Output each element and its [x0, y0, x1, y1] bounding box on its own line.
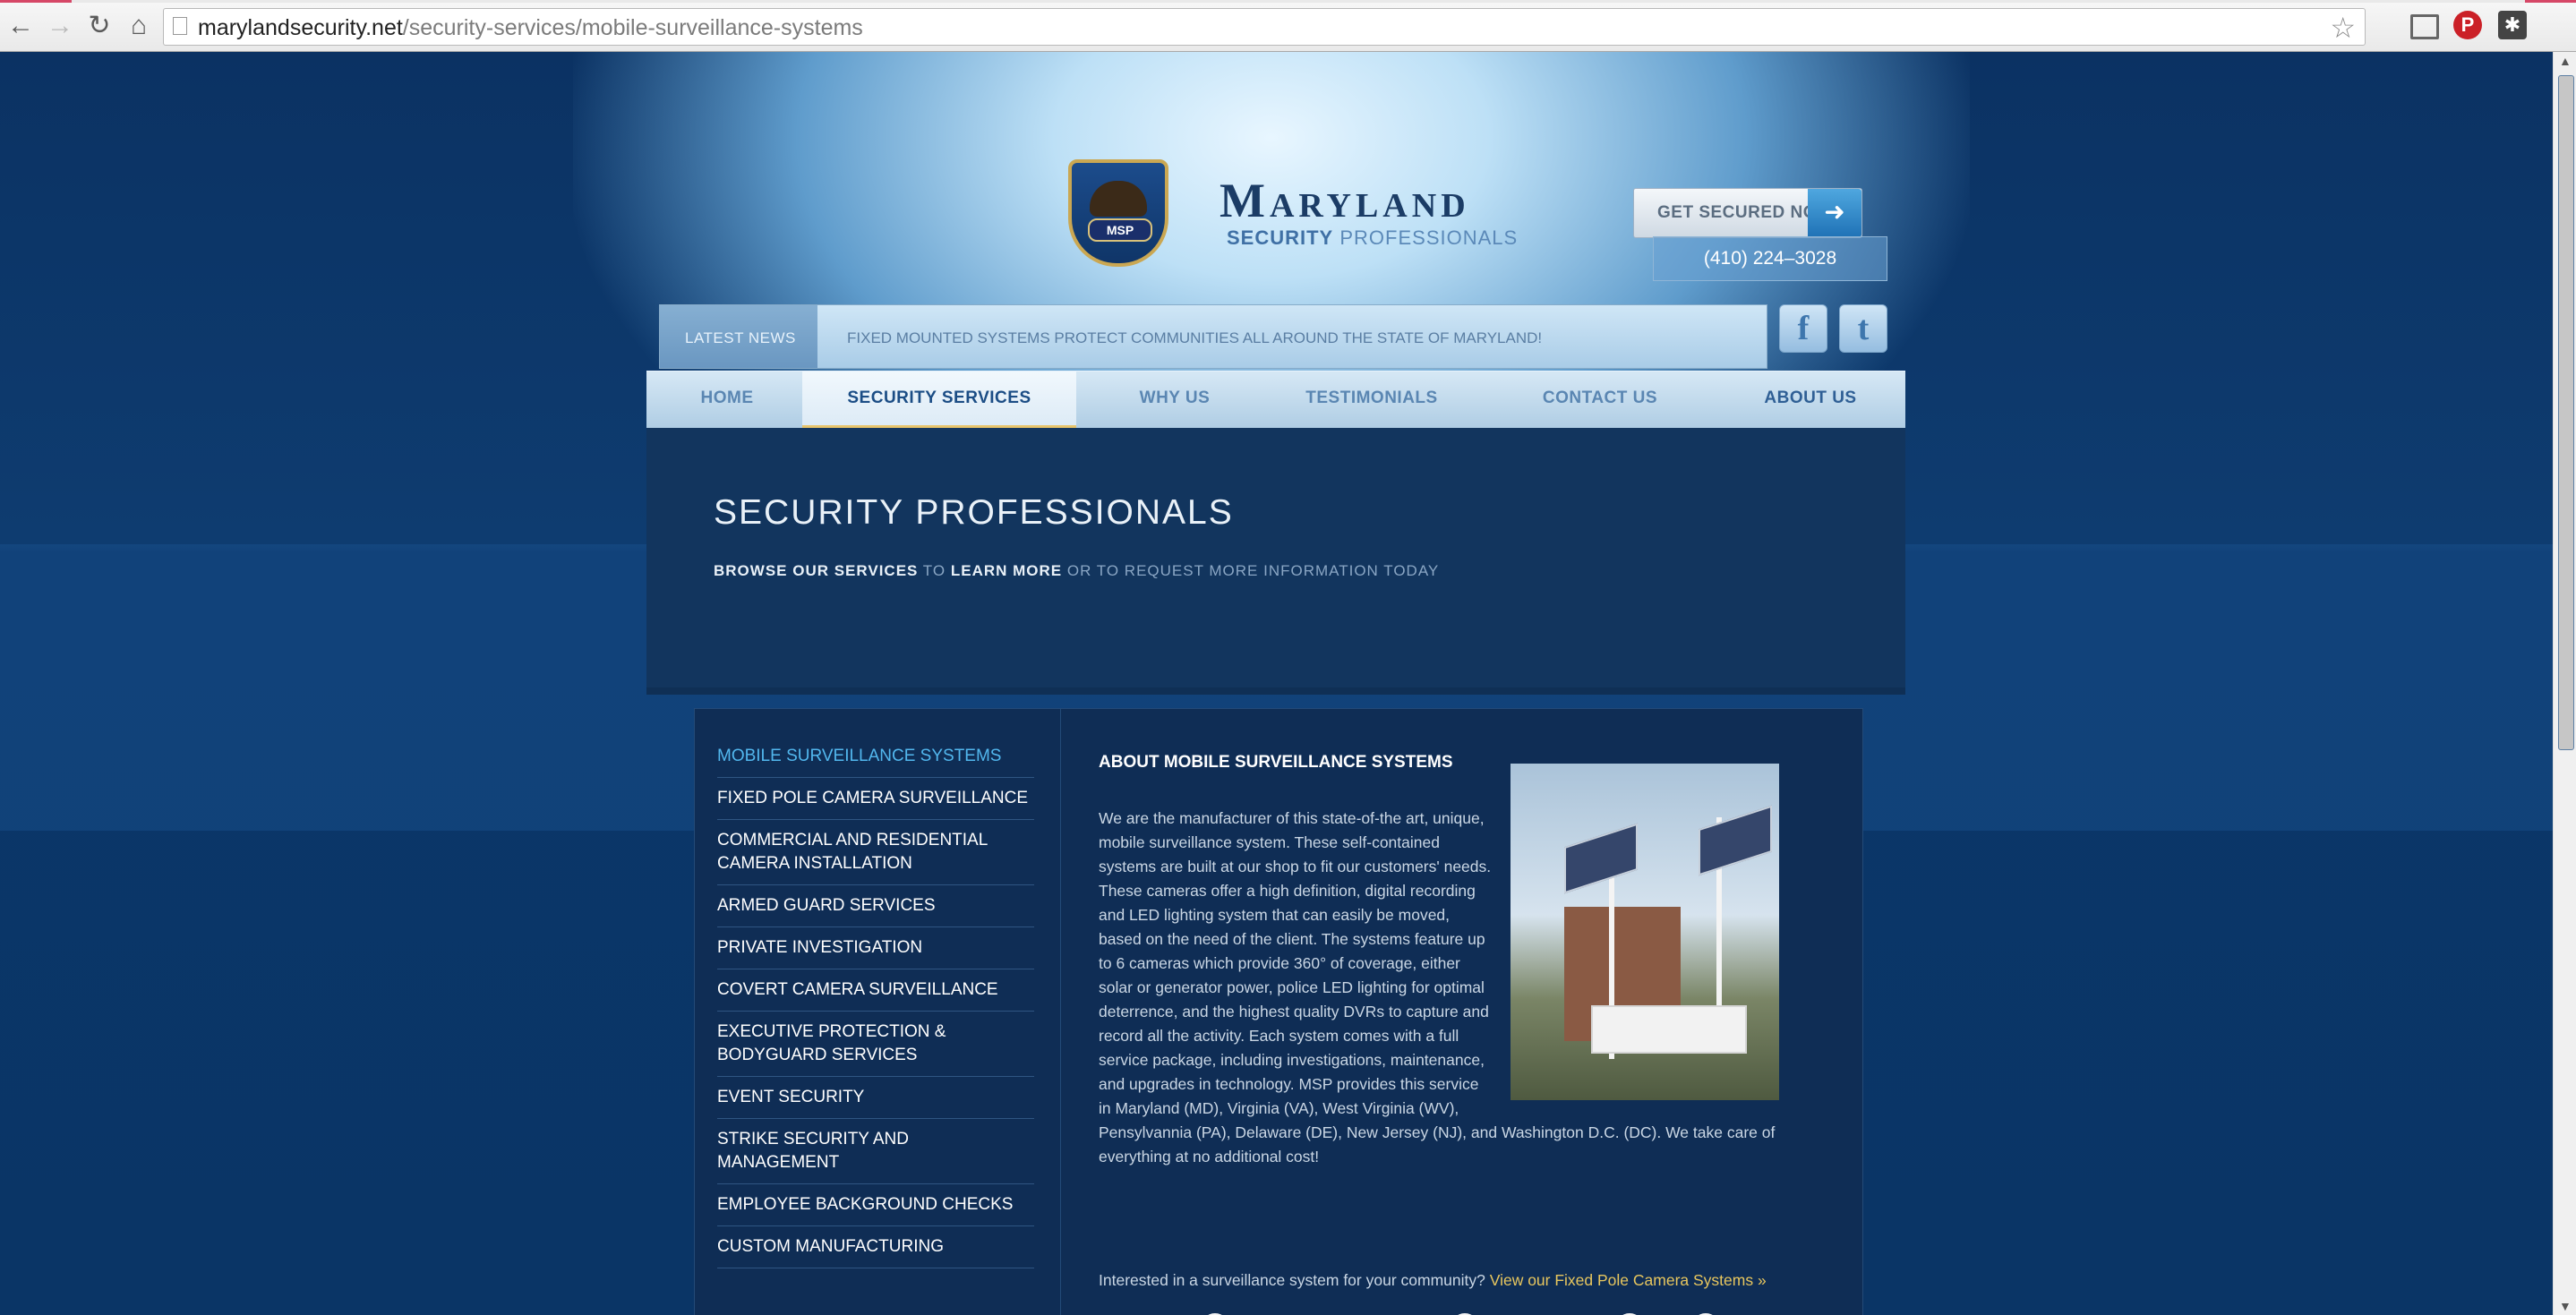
browser-toolbar: ← → ↻ ⌂ marylandsecurity.net/security-se…: [0, 0, 2576, 52]
cast-icon[interactable]: [2410, 14, 2439, 39]
sidebar-item-camera-installation[interactable]: COMMERCIAL AND RESIDENTIAL CAMERA INSTAL…: [717, 820, 1034, 885]
sidebar-item-event-security[interactable]: EVENT SECURITY: [717, 1077, 1034, 1119]
arrow-right-icon: ➜: [1808, 189, 1861, 237]
hero-panel: SECURITY PROFESSIONALS BROWSE OUR SERVIC…: [646, 428, 1905, 695]
main-navigation: HOME SECURITY SERVICES WHY US TESTIMONIA…: [646, 371, 1905, 429]
star-icon[interactable]: ☆: [2330, 11, 2356, 45]
web-page: MSP Maryland SECURITY PROFESSIONALS GET …: [0, 52, 2553, 1315]
page-icon: [173, 17, 187, 35]
brand-sub-bold: SECURITY: [1227, 226, 1334, 249]
hero-sub-request: OR TO REQUEST MORE INFORMATION TODAY: [1062, 562, 1440, 579]
latest-news-tag: LATEST NEWS: [660, 305, 817, 368]
nav-testimonials[interactable]: TESTIMONIALS: [1273, 371, 1470, 429]
sidebar-item-mobile-surveillance[interactable]: MOBILE SURVEILLANCE SYSTEMS: [717, 736, 1034, 778]
brand-sub-rest: PROFESSIONALS: [1333, 226, 1519, 249]
logo-badge[interactable]: MSP: [1068, 159, 1168, 267]
about-body: We are the manufacturer of this state-of…: [1099, 764, 1779, 1169]
nav-contact-us[interactable]: CONTACT US: [1506, 371, 1694, 429]
photo-solar-panel-left: [1564, 823, 1638, 894]
hero-sub-to: TO: [918, 562, 951, 579]
brand-name[interactable]: Maryland: [1220, 173, 1470, 228]
url-domain: marylandsecurity.net: [198, 15, 403, 40]
photo-solar-panel-right: [1699, 805, 1772, 876]
hero-sub-browse: BROWSE OUR SERVICES: [714, 562, 919, 579]
reload-icon[interactable]: ↻: [84, 11, 115, 41]
back-arrow-icon[interactable]: ←: [5, 11, 36, 41]
interest-text: Interested in a surveillance system for …: [1099, 1271, 1490, 1289]
url-path: /security-services/mobile-surveillance-s…: [402, 15, 863, 40]
page-scrollbar[interactable]: ▲ ▼: [2553, 52, 2576, 1315]
phone-number-box[interactable]: (410) 224–3028: [1653, 236, 1887, 281]
extension-icon[interactable]: ✱: [2498, 11, 2527, 39]
column-divider: [1060, 709, 1061, 1315]
hero-sub-learn-more: LEARN MORE: [950, 562, 1063, 579]
get-secured-button[interactable]: GET SECURED NOW ➜: [1633, 188, 1862, 238]
forward-arrow-icon[interactable]: →: [45, 11, 75, 41]
address-bar[interactable]: marylandsecurity.net/security-services/m…: [163, 8, 2366, 46]
get-secured-label: GET SECURED NOW: [1657, 203, 1834, 222]
pinterest-icon[interactable]: P: [2453, 11, 2482, 39]
twitter-icon[interactable]: t: [1839, 304, 1887, 353]
url-text[interactable]: marylandsecurity.net/security-services/m…: [198, 15, 863, 41]
photo-trailer: [1591, 1005, 1747, 1054]
scroll-down-icon[interactable]: ▼: [2559, 1299, 2572, 1313]
surveillance-trailer-photo[interactable]: [1511, 764, 1779, 1100]
facebook-icon[interactable]: f: [1779, 304, 1827, 353]
phone-number: (410) 224–3028: [1703, 248, 1837, 269]
sidebar-item-fixed-pole-camera[interactable]: FIXED POLE CAMERA SURVEILLANCE: [717, 778, 1034, 820]
eagle-icon: [1090, 181, 1147, 217]
nav-home[interactable]: HOME: [673, 371, 781, 429]
sidebar-item-strike-security[interactable]: STRIKE SECURITY AND MANAGEMENT: [717, 1119, 1034, 1184]
news-message[interactable]: FIXED MOUNTED SYSTEMS PROTECT COMMUNITIE…: [847, 329, 1542, 347]
hero-subtitle: BROWSE OUR SERVICES TO LEARN MORE OR TO …: [714, 562, 1439, 580]
latest-news-label: LATEST NEWS: [685, 329, 796, 346]
interest-line: Interested in a surveillance system for …: [1099, 1271, 1767, 1290]
latest-news-bar: LATEST NEWS FIXED MOUNTED SYSTEMS PROTEC…: [659, 304, 1767, 369]
nav-why-us[interactable]: WHY US: [1112, 371, 1237, 429]
scroll-up-icon[interactable]: ▲: [2559, 54, 2572, 68]
sidebar-item-private-investigation[interactable]: PRIVATE INVESTIGATION: [717, 927, 1034, 969]
sidebar-item-background-checks[interactable]: EMPLOYEE BACKGROUND CHECKS: [717, 1184, 1034, 1226]
home-icon[interactable]: ⌂: [124, 11, 154, 41]
scrollbar-thumb[interactable]: [2558, 75, 2574, 750]
fixed-pole-link[interactable]: View our Fixed Pole Camera Systems »: [1490, 1271, 1767, 1289]
nav-security-services[interactable]: SECURITY SERVICES: [802, 371, 1076, 429]
content-panel: MOBILE SURVEILLANCE SYSTEMS FIXED POLE C…: [694, 708, 1863, 1315]
sidebar-item-covert-camera[interactable]: COVERT CAMERA SURVEILLANCE: [717, 969, 1034, 1012]
page-title: SECURITY PROFESSIONALS: [714, 493, 1234, 532]
brand-subtitle: SECURITY PROFESSIONALS: [1227, 226, 1518, 250]
services-sidebar: MOBILE SURVEILLANCE SYSTEMS FIXED POLE C…: [717, 736, 1034, 1268]
sidebar-item-custom-manufacturing[interactable]: CUSTOM MANUFACTURING: [717, 1226, 1034, 1268]
tab-strip-edge: [0, 0, 2576, 3]
badge-text: MSP: [1088, 218, 1152, 242]
nav-about-us[interactable]: ABOUT US: [1730, 371, 1891, 429]
sidebar-item-executive-protection[interactable]: EXECUTIVE PROTECTION & BODYGUARD SERVICE…: [717, 1012, 1034, 1077]
about-title: ABOUT MOBILE SURVEILLANCE SYSTEMS: [1099, 753, 1453, 772]
sidebar-item-armed-guard[interactable]: ARMED GUARD SERVICES: [717, 885, 1034, 927]
